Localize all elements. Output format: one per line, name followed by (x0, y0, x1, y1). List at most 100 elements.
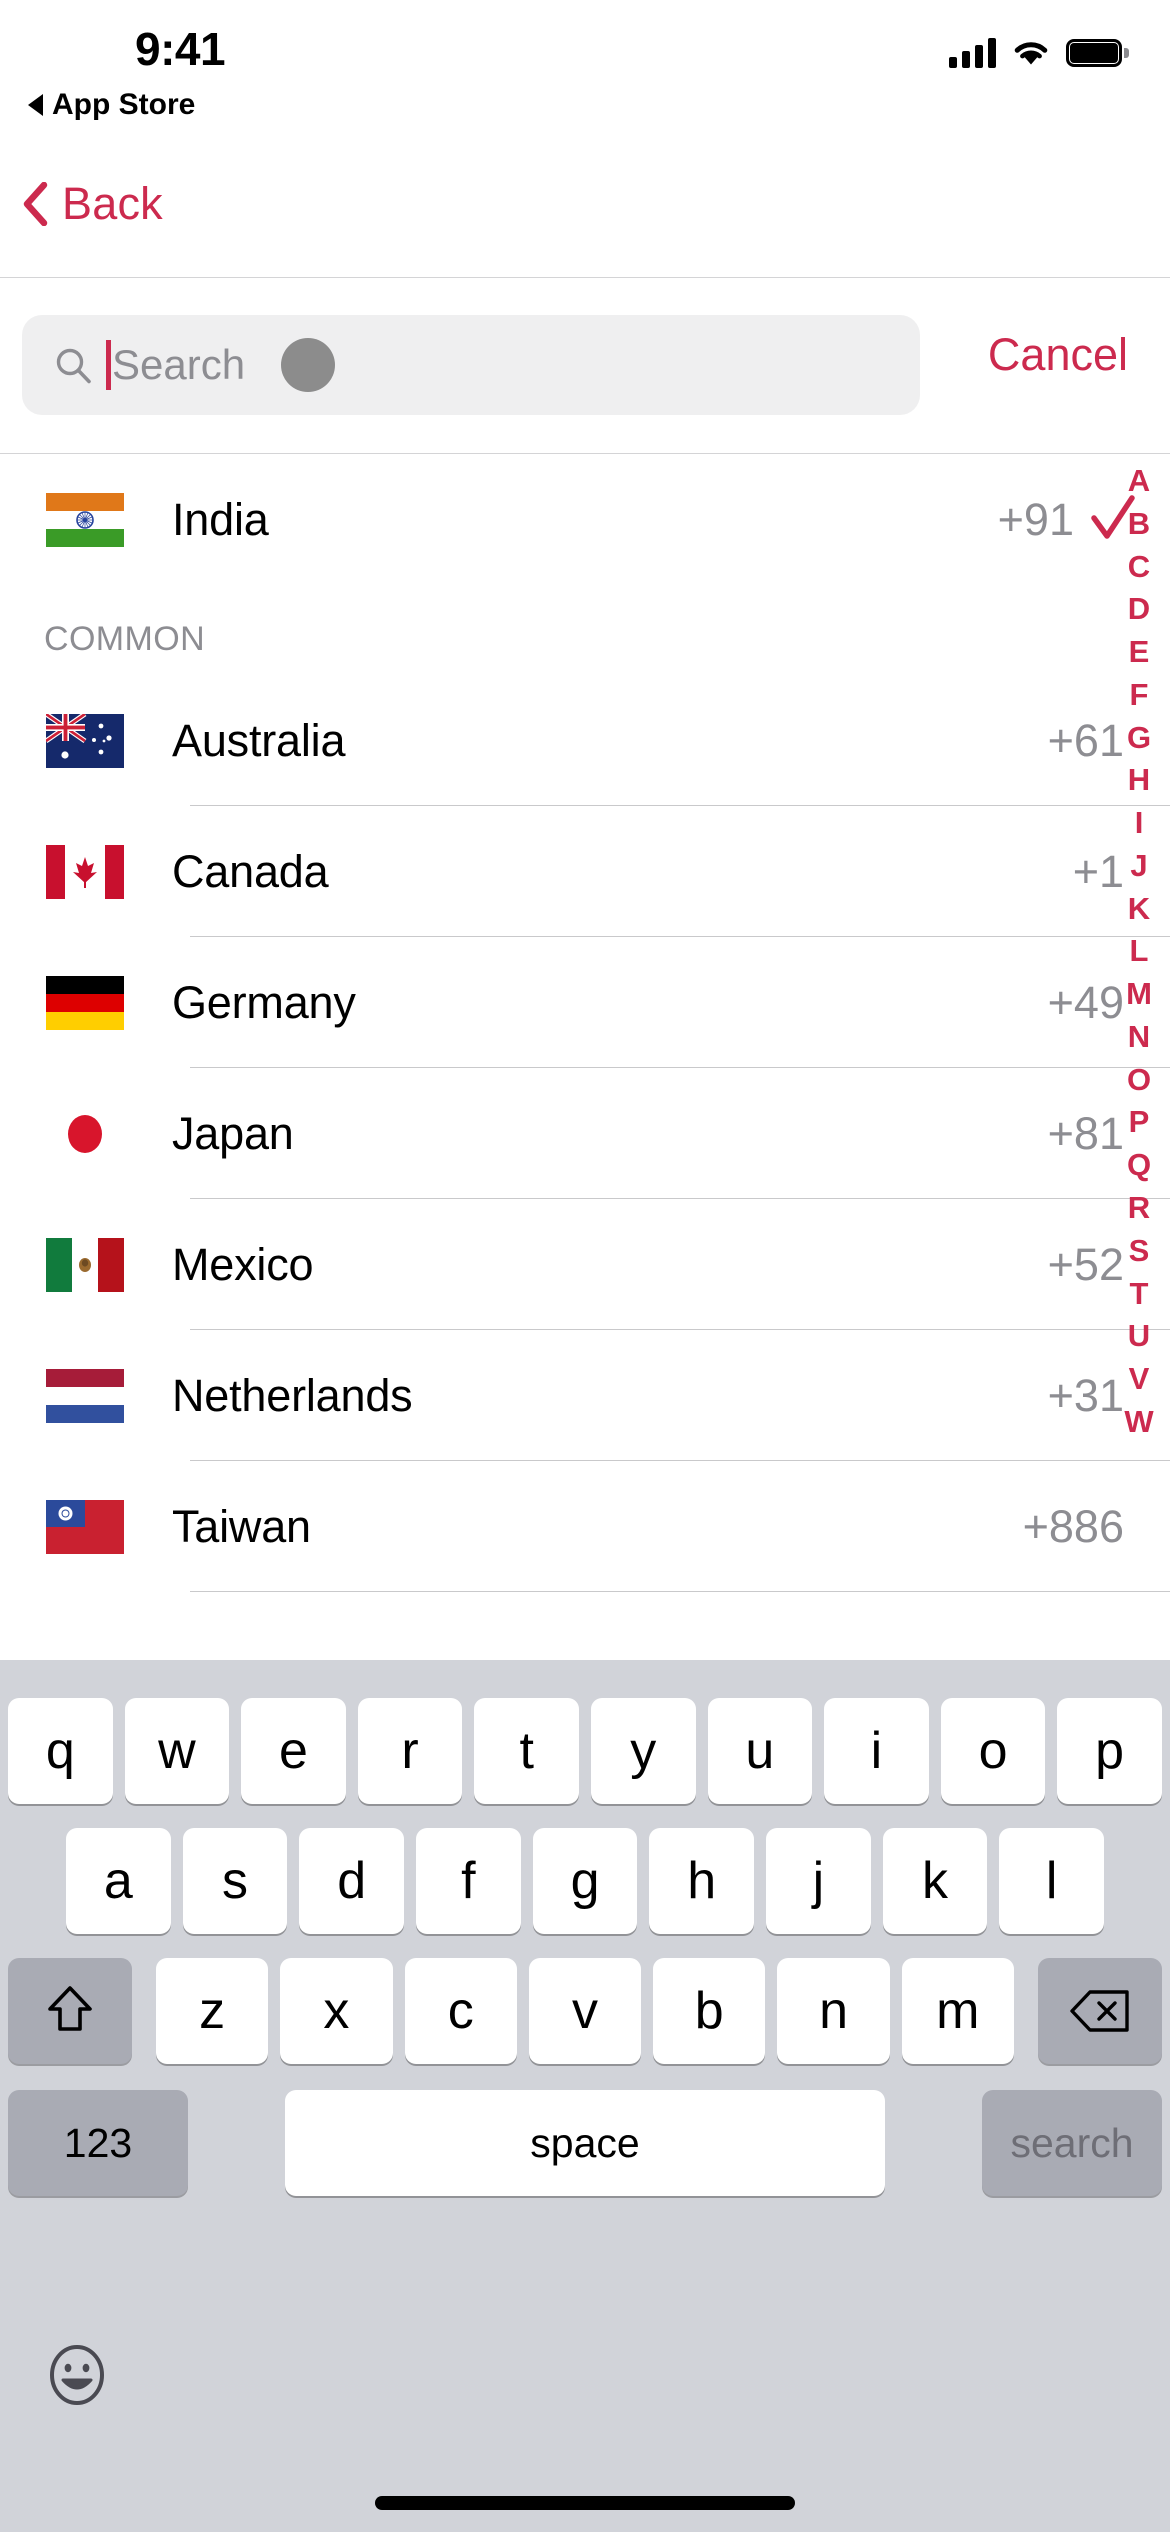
key-a[interactable]: a (66, 1828, 171, 1934)
index-letter[interactable]: A (1128, 460, 1150, 503)
key-p[interactable]: p (1057, 1698, 1162, 1804)
index-letter[interactable]: B (1128, 503, 1150, 546)
index-letter[interactable]: E (1129, 631, 1150, 674)
index-letter[interactable]: T (1130, 1273, 1149, 1316)
space-key[interactable]: space (285, 2090, 885, 2196)
country-dial-code: +81 (1047, 1107, 1124, 1159)
key-r[interactable]: r (357, 1698, 463, 1804)
status-bar-indicators (949, 38, 1129, 68)
phone-screen: 9:41 App Store Ba ck Search Cancel India … (0, 0, 1170, 2532)
search-return-key[interactable]: search (982, 2090, 1162, 2196)
key-y[interactable]: y (590, 1698, 696, 1804)
country-row-japan[interactable]: Japan +81 (0, 1068, 1170, 1199)
key-e[interactable]: e (241, 1698, 346, 1804)
index-letter[interactable]: R (1128, 1187, 1150, 1230)
flag-japan (44, 1106, 126, 1161)
key-i[interactable]: i (824, 1698, 929, 1804)
index-letter[interactable]: H (1128, 759, 1150, 802)
key-s[interactable]: s (182, 1828, 288, 1934)
country-row-australia[interactable]: Australia +61 (0, 675, 1170, 806)
key-b[interactable]: b (653, 1958, 766, 2064)
key-w[interactable]: w (124, 1698, 230, 1804)
index-letter[interactable]: Q (1127, 1144, 1151, 1187)
key-o[interactable]: o (940, 1698, 1046, 1804)
row-separator (190, 1591, 1170, 1592)
shift-arrow-icon (48, 1986, 92, 2031)
emoji-smiley-icon[interactable] (46, 2344, 108, 2406)
key-q[interactable]: q (8, 1698, 113, 1804)
key-k[interactable]: k (882, 1828, 988, 1934)
status-bar: 9:41 App Store (0, 0, 1170, 150)
index-letter[interactable]: W (1124, 1401, 1153, 1444)
key-z[interactable]: z (156, 1958, 269, 2064)
index-letter[interactable]: S (1129, 1230, 1150, 1273)
country-dial-code: +886 (1022, 1500, 1124, 1552)
back-button[interactable]: Back (22, 178, 163, 230)
index-letter[interactable]: V (1129, 1358, 1150, 1401)
onscreen-keyboard: q w e r t y u i o p a s d f g h j k l z … (0, 1660, 1170, 2532)
key-x[interactable]: x (280, 1958, 393, 2064)
selected-country-row[interactable]: India +91 (0, 455, 1170, 585)
triangle-left-icon (28, 94, 43, 116)
flag-australia (44, 713, 126, 768)
return-to-app-store-button[interactable]: App Store (28, 88, 195, 122)
section-header-common: COMMON (44, 620, 206, 658)
country-name: Japan (172, 1107, 294, 1159)
index-letter[interactable]: J (1130, 845, 1147, 888)
key-h[interactable]: h (649, 1828, 755, 1934)
key-n[interactable]: n (777, 1958, 890, 2064)
key-t[interactable]: t (474, 1698, 579, 1804)
country-name: Netherlands (172, 1369, 413, 1421)
country-name: Australia (172, 714, 346, 766)
country-name: Mexico (172, 1238, 314, 1290)
wifi-icon (1014, 42, 1048, 65)
index-letter[interactable]: L (1130, 930, 1149, 973)
index-letter[interactable]: C (1128, 546, 1150, 589)
index-letter[interactable]: D (1128, 588, 1150, 631)
country-row-germany[interactable]: Germany +49 (0, 937, 1170, 1068)
shift-key[interactable] (8, 1958, 132, 2064)
index-letter[interactable]: K (1128, 888, 1150, 931)
delete-key[interactable] (1038, 1958, 1162, 2064)
flag-canada (44, 844, 126, 899)
search-input[interactable]: Search (22, 315, 920, 415)
country-row-netherlands[interactable]: Netherlands +31 (0, 1330, 1170, 1461)
search-bar-region: Search Cancel (0, 279, 1170, 454)
index-letter[interactable]: P (1129, 1101, 1150, 1144)
country-list[interactable]: India +91 COMMON Australia +61 Canada +1… (0, 455, 1170, 1660)
country-row-canada[interactable]: Canada +1 (0, 806, 1170, 937)
keyboard-row-4: 123 space search (0, 2090, 1170, 2196)
keyboard-row-3: z x c v b n m (0, 1958, 1170, 2064)
alphabet-index-rail[interactable]: A B C D E F G H I J K L M N O P Q R S T … (1116, 460, 1162, 1444)
key-v[interactable]: v (528, 1958, 642, 2064)
index-letter[interactable]: N (1128, 1016, 1150, 1059)
key-c[interactable]: c (404, 1958, 517, 2064)
country-dial-code: +49 (1047, 976, 1124, 1028)
index-letter[interactable]: U (1128, 1315, 1150, 1358)
country-name: Germany (172, 976, 356, 1028)
back-button-label: Back (62, 178, 163, 229)
index-letter[interactable]: O (1127, 1059, 1151, 1102)
key-m[interactable]: m (901, 1958, 1014, 2064)
key-g[interactable]: g (532, 1828, 638, 1934)
key-j[interactable]: j (766, 1828, 871, 1934)
key-f[interactable]: f (416, 1828, 521, 1934)
key-u[interactable]: u (707, 1698, 813, 1804)
cancel-button[interactable]: Cancel (988, 329, 1128, 381)
keyboard-row-2: a s d f g h j k l (0, 1828, 1170, 1934)
return-app-label: App Store (52, 88, 196, 121)
key-d[interactable]: d (299, 1828, 405, 1934)
touch-indicator-dot (281, 338, 336, 392)
keyboard-row-1: q w e r t y u i o p (0, 1698, 1170, 1804)
index-letter[interactable]: G (1127, 717, 1151, 760)
key-l[interactable]: l (999, 1828, 1105, 1934)
country-name: Canada (172, 845, 329, 897)
index-letter[interactable]: F (1130, 674, 1149, 717)
country-dial-code: +31 (1047, 1369, 1124, 1421)
country-dial-code: +52 (1047, 1238, 1124, 1290)
index-letter[interactable]: I (1135, 802, 1144, 845)
numeric-mode-key[interactable]: 123 (8, 2090, 188, 2196)
index-letter[interactable]: M (1126, 973, 1152, 1016)
country-row-taiwan[interactable]: Taiwan +886 (0, 1461, 1170, 1592)
country-row-mexico[interactable]: Mexico +52 (0, 1199, 1170, 1330)
